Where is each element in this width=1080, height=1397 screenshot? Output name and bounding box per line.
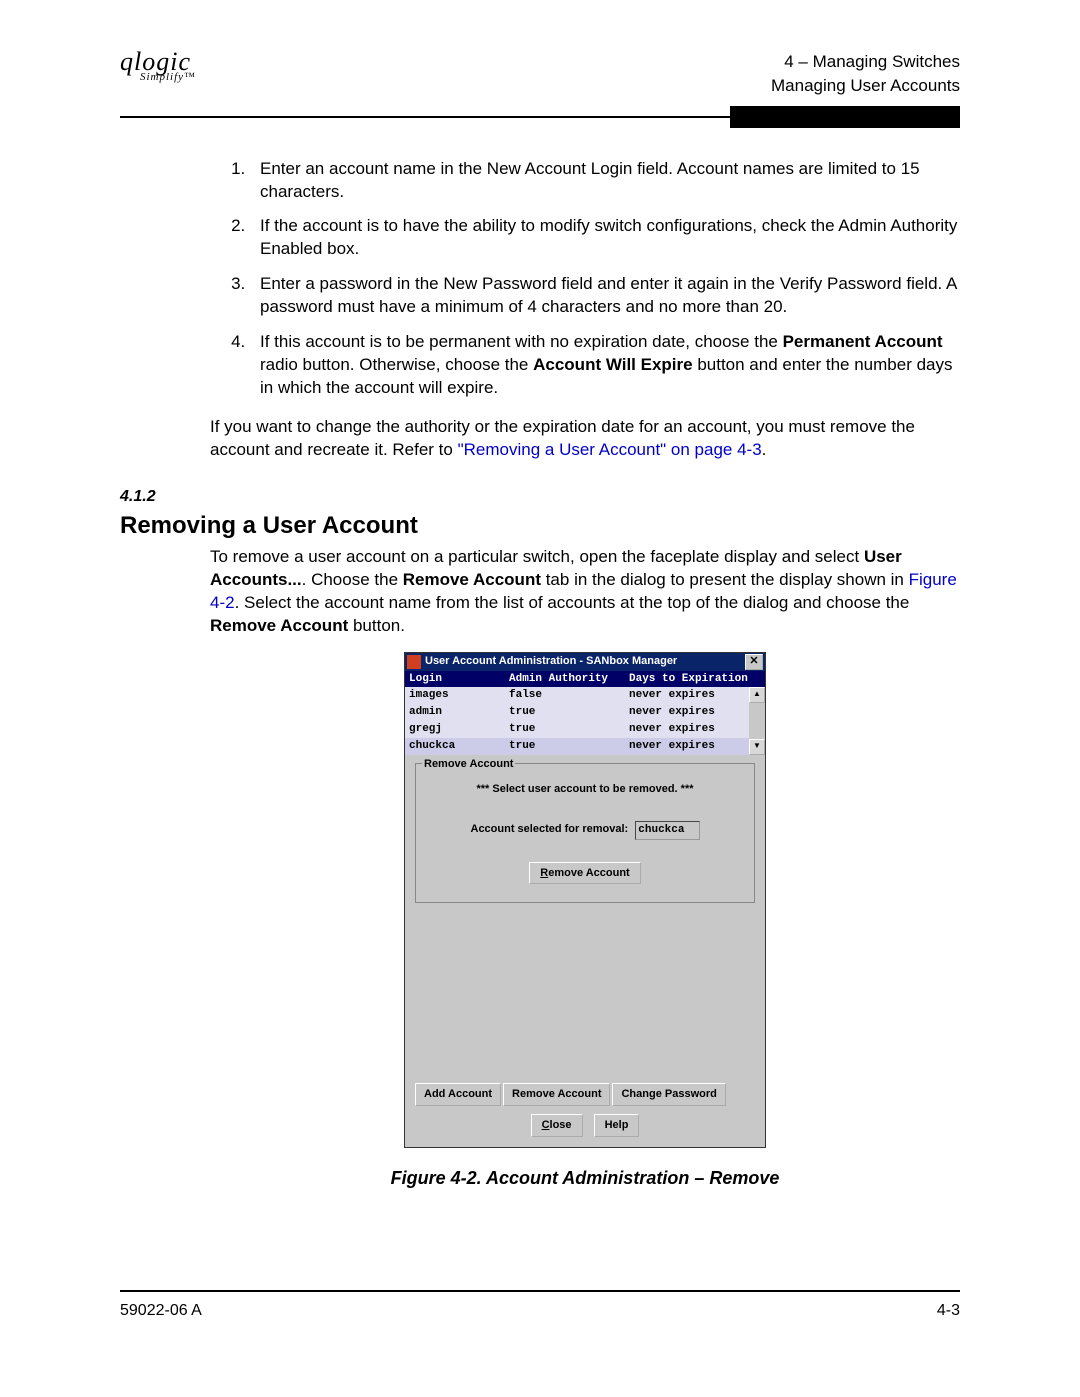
footer-doc-id: 59022-06 A [120,1302,202,1320]
dialog-user-account-admin: User Account Administration - SANbox Man… [404,652,766,1148]
qlogic-logo: qlogic Simplify™ [120,50,196,83]
section-title: Removing a User Account [120,510,960,542]
scroll-up-icon[interactable]: ▲ [749,687,765,703]
table-row[interactable]: gregj true never expires [405,721,749,738]
groupbox-title: Remove Account [422,757,515,772]
scroll-down-icon[interactable]: ▼ [749,739,765,755]
tab-strip: Add Account Remove Account Change Passwo… [415,1083,755,1106]
dialog-titlebar: User Account Administration - SANbox Man… [405,653,765,671]
paragraph-refer: If you want to change the authority or t… [210,416,960,462]
close-button[interactable]: Close [531,1114,583,1137]
section-number: 4.1.2 [120,486,960,508]
header-breadcrumb: 4 – Managing Switches Managing User Acco… [771,50,960,98]
dialog-title: User Account Administration - SANbox Man… [425,654,745,669]
selected-account-field: chuckca [635,821,699,840]
link-removing-user-account[interactable]: "Removing a User Account" on page 4-3 [458,440,762,459]
page-header: qlogic Simplify™ 4 – Managing Switches M… [120,50,960,98]
step-3: Enter a password in the New Password fie… [250,273,960,319]
figure-caption: Figure 4-2. Account Administration – Rem… [210,1166,960,1190]
tab-add-account[interactable]: Add Account [415,1083,501,1106]
scrollbar[interactable]: ▲ ▼ [749,687,765,754]
help-button[interactable]: Help [594,1114,640,1137]
step-2: If the account is to have the ability to… [250,215,960,261]
close-icon[interactable]: ✕ [745,654,763,670]
table-row[interactable]: images false never expires [405,687,749,704]
paragraph-remove-instructions: To remove a user account on a particular… [210,546,960,638]
tab-remove-account[interactable]: Remove Account [503,1083,610,1106]
table-row-selected[interactable]: chuckca true never expires [405,738,749,755]
tab-change-password[interactable]: Change Password [612,1083,725,1106]
remove-account-groupbox: Remove Account *** Select user account t… [415,763,755,904]
numbered-steps: Enter an account name in the New Account… [210,158,960,400]
page-footer: 59022-06 A 4-3 [120,1290,960,1320]
selected-account-row: Account selected for removal: chuckca [424,821,746,840]
step-1: Enter an account name in the New Account… [250,158,960,204]
footer-page-number: 4-3 [937,1302,960,1320]
prompt-text: *** Select user account to be removed. *… [424,782,746,797]
step-4: If this account is to be permanent with … [250,331,960,400]
table-header: Login Admin Authority Days to Expiration [405,671,765,688]
header-divider [120,106,960,128]
remove-account-button[interactable]: Remove Account [529,862,640,885]
app-icon [407,655,421,669]
table-row[interactable]: admin true never expires [405,704,749,721]
